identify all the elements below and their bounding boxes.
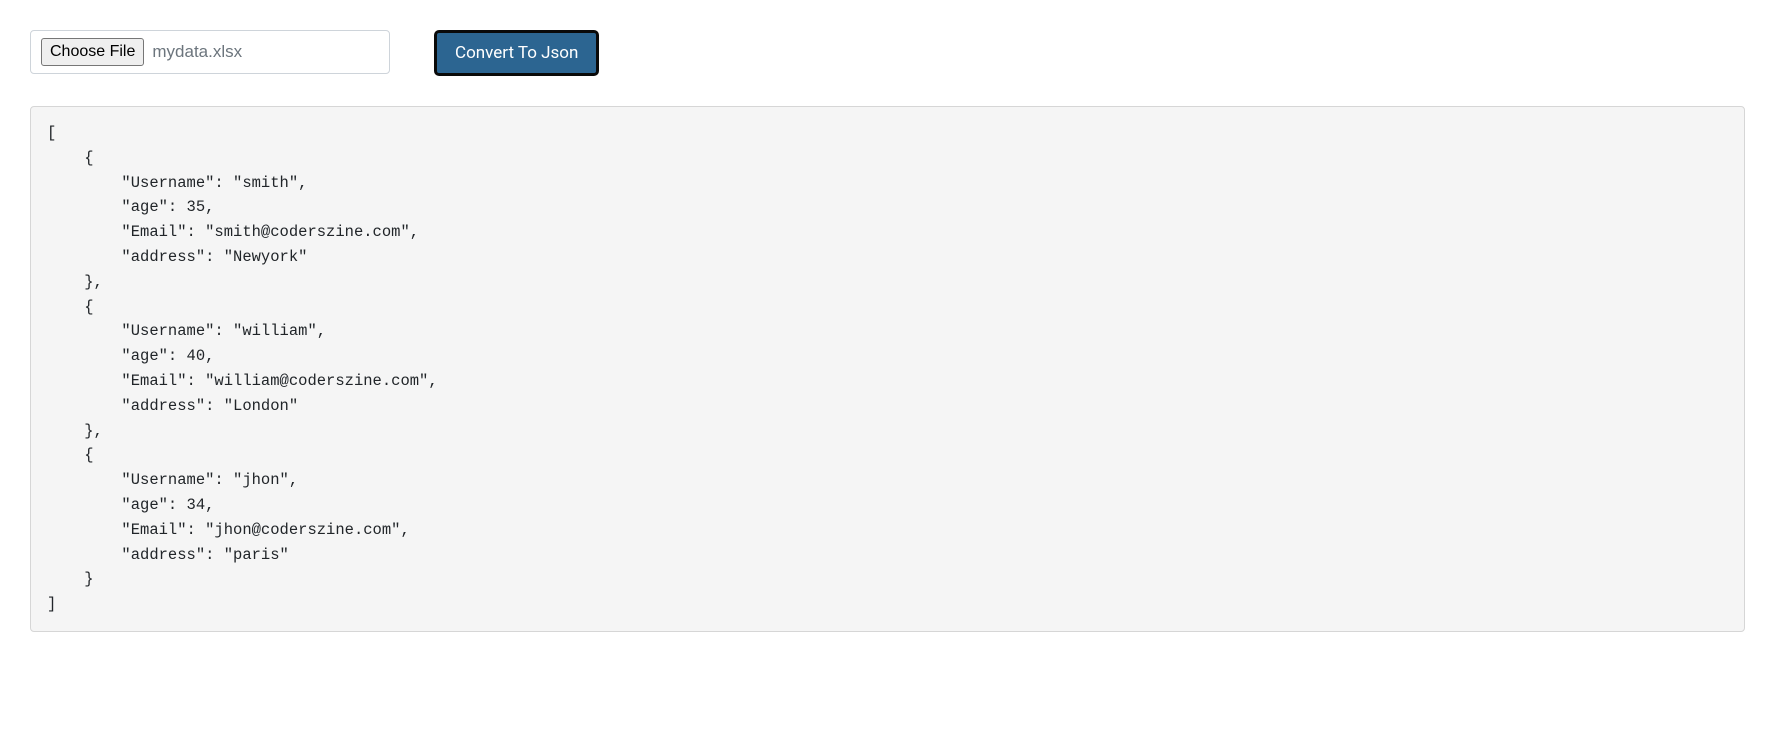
controls-row: Choose File mydata.xlsx Convert To Json — [30, 30, 1745, 76]
selected-filename: mydata.xlsx — [152, 42, 242, 62]
file-input[interactable]: Choose File mydata.xlsx — [30, 30, 390, 74]
choose-file-button[interactable]: Choose File — [41, 38, 144, 66]
json-output: [ { "Username": "smith", "age": 35, "Ema… — [30, 106, 1745, 632]
convert-to-json-button[interactable]: Convert To Json — [434, 30, 599, 76]
